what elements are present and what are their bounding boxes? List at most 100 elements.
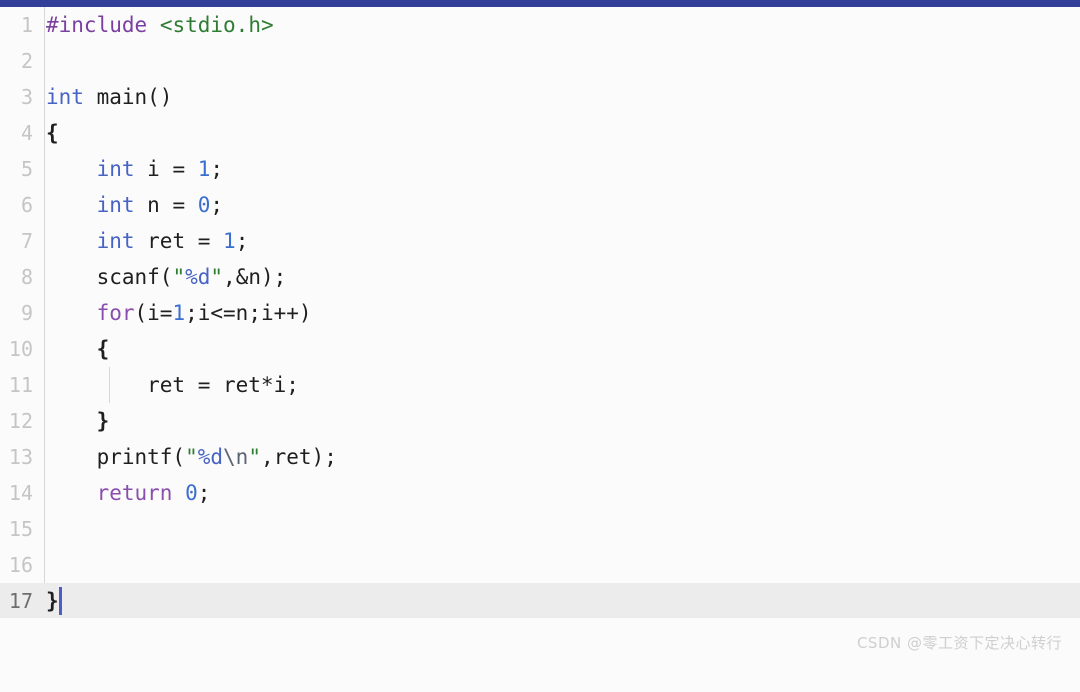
code-line[interactable]: 12 } xyxy=(0,403,1080,439)
code-token: return xyxy=(96,481,173,505)
line-number: 6 xyxy=(20,193,33,217)
code-line[interactable]: 9 for(i=1;i<=n;i++) xyxy=(0,295,1080,331)
line-number: 13 xyxy=(8,445,33,469)
code-token: ; xyxy=(197,481,211,505)
line-number: 9 xyxy=(20,301,33,325)
code-token: ret = ret*i; xyxy=(46,373,299,397)
line-number: 5 xyxy=(20,157,33,181)
code-token: n = xyxy=(134,193,198,217)
code-token: } xyxy=(96,409,110,433)
code-token: <stdio.h> xyxy=(159,13,274,37)
code-line-text: int main() xyxy=(46,79,172,115)
code-token: { xyxy=(46,121,59,145)
watermark-area: CSDN @零工资下定决心转行 xyxy=(0,618,1080,692)
code-line-text: } xyxy=(46,583,59,619)
code-token: printf( xyxy=(46,445,186,469)
code-token: %d xyxy=(197,445,224,469)
code-token: \n xyxy=(223,445,249,469)
line-number: 1 xyxy=(20,13,33,37)
code-token: ; xyxy=(235,229,249,253)
code-line[interactable]: 8 scanf("%d",&n); xyxy=(0,259,1080,295)
code-line-text: for(i=1;i<=n;i++) xyxy=(46,295,312,331)
code-token: 1 xyxy=(223,229,236,253)
code-token: ; xyxy=(210,193,224,217)
line-number: 10 xyxy=(8,337,33,361)
code-token: for xyxy=(96,301,135,325)
code-line[interactable]: 15 xyxy=(0,511,1080,547)
line-number: 12 xyxy=(8,409,33,433)
code-token: int xyxy=(96,193,135,217)
code-token: " xyxy=(210,265,224,289)
code-token: int xyxy=(96,229,135,253)
code-line[interactable]: 7 int ret = 1; xyxy=(0,223,1080,259)
code-token: 1 xyxy=(197,157,211,181)
code-line-text: return 0; xyxy=(46,475,211,511)
code-token: int xyxy=(96,157,135,181)
code-line[interactable]: 17} xyxy=(0,583,1080,619)
code-token: ; xyxy=(210,157,224,181)
code-line-text: int ret = 1; xyxy=(46,223,249,259)
code-token: (i= xyxy=(134,301,173,325)
code-token: i = xyxy=(134,157,198,181)
code-line[interactable]: 14 return 0; xyxy=(0,475,1080,511)
code-token: ,&n); xyxy=(223,265,287,289)
code-line-text: #include <stdio.h> xyxy=(46,7,274,43)
code-line[interactable]: 6 int n = 0; xyxy=(0,187,1080,223)
text-caret xyxy=(58,587,62,615)
code-line[interactable]: 10 { xyxy=(0,331,1080,367)
code-line[interactable]: 5 int i = 1; xyxy=(0,151,1080,187)
code-token: %d xyxy=(185,265,211,289)
line-number: 7 xyxy=(20,229,33,253)
code-editor-window: 1 #include <stdio.h> 2 3 int main() 4{5 int i… xyxy=(0,0,1080,692)
line-number: 8 xyxy=(20,265,33,289)
code-token: " xyxy=(185,445,198,469)
code-token: main() xyxy=(83,85,173,109)
code-token: ;i<=n;i++) xyxy=(185,301,312,325)
code-token: " xyxy=(248,445,261,469)
line-number: 14 xyxy=(8,481,33,505)
code-line[interactable]: 11 ret = ret*i; xyxy=(0,367,1080,403)
line-number: 2 xyxy=(20,49,33,73)
code-token: ,ret); xyxy=(260,445,337,469)
code-line[interactable]: 13 printf("%d\n",ret); xyxy=(0,439,1080,475)
line-number: 4 xyxy=(20,121,33,145)
csdn-watermark: CSDN @零工资下定决心转行 xyxy=(856,634,1062,652)
title-accent-bar xyxy=(0,0,1080,7)
code-token: 1 xyxy=(172,301,186,325)
code-token: } xyxy=(46,589,59,613)
code-line[interactable]: 16 xyxy=(0,547,1080,583)
code-token: int xyxy=(46,85,84,109)
editor-pane[interactable]: 1 #include <stdio.h> 2 3 int main() 4{5 int i… xyxy=(0,7,1080,619)
code-line-text: { xyxy=(46,115,59,151)
code-line-text: int n = 0; xyxy=(46,187,223,223)
code-line-text: scanf("%d",&n); xyxy=(46,259,287,295)
code-line[interactable]: 2 xyxy=(0,43,1080,79)
line-number: 3 xyxy=(20,85,33,109)
code-token: { xyxy=(96,337,110,361)
code-token: 0 xyxy=(197,193,211,217)
code-line-text: ret = ret*i; xyxy=(46,367,299,403)
code-line-text: int i = 1; xyxy=(46,151,223,187)
line-number: 17 xyxy=(8,589,33,613)
line-number: 15 xyxy=(8,517,33,541)
code-token: ret = xyxy=(134,229,224,253)
code-token: #include xyxy=(46,13,148,37)
code-line-text: } xyxy=(46,403,110,439)
code-line-text: { xyxy=(46,331,110,367)
code-line-text: printf("%d\n",ret); xyxy=(46,439,337,475)
line-number: 11 xyxy=(8,373,33,397)
code-lines-container[interactable]: 1 #include <stdio.h> 2 3 int main() 4{5 int i… xyxy=(0,7,1080,619)
code-line[interactable]: 3 int main() xyxy=(0,79,1080,115)
code-token: scanf( xyxy=(46,265,173,289)
code-line[interactable]: 4{ xyxy=(0,115,1080,151)
code-line[interactable]: 1 #include <stdio.h> xyxy=(0,7,1080,43)
code-token: 0 xyxy=(185,481,198,505)
